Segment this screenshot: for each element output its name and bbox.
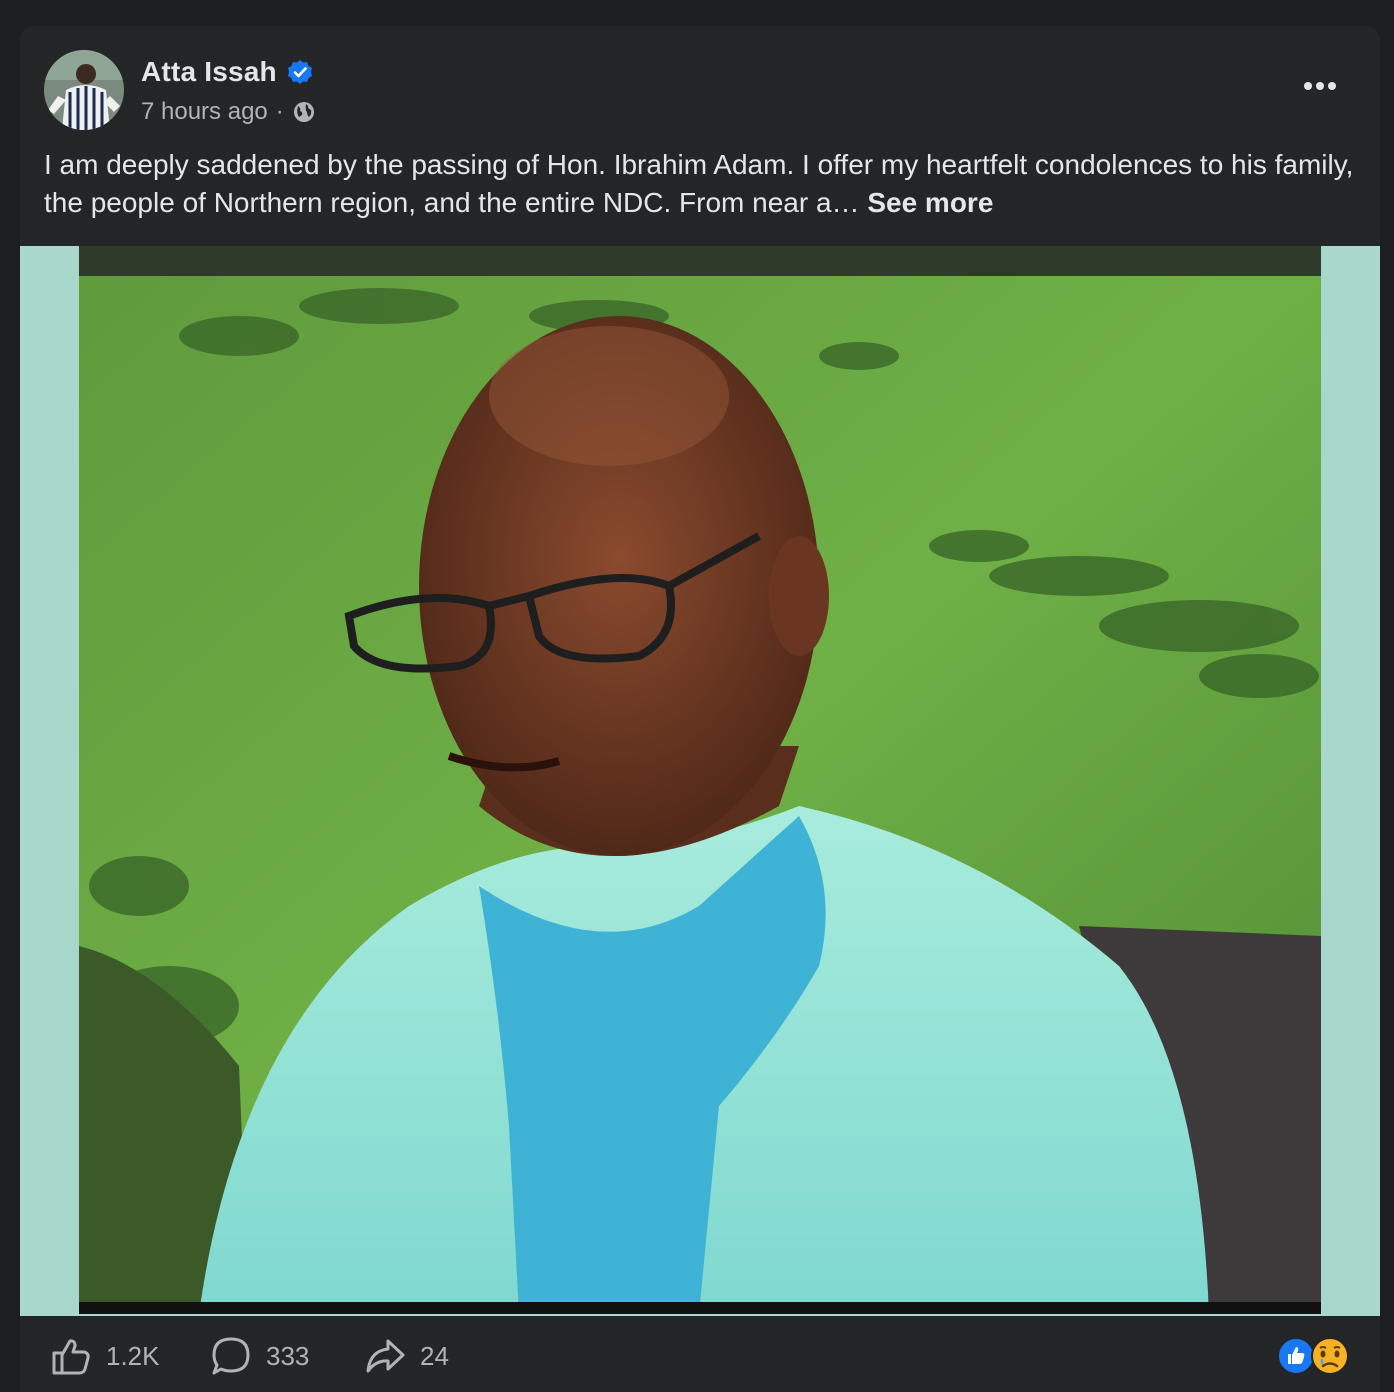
share-count: 24 [420, 1340, 449, 1371]
like-count: 1.2K [106, 1340, 160, 1371]
meta-separator: · [275, 98, 284, 125]
more-dot-icon [1316, 82, 1324, 90]
post-photo[interactable] [79, 246, 1321, 1314]
sad-reaction-icon [1311, 1337, 1349, 1375]
author-row: Atta Issah [141, 52, 313, 92]
post-body: I am deeply saddened by the passing of H… [44, 146, 1364, 222]
reaction-summary[interactable] [1276, 1336, 1356, 1376]
share-icon [366, 1339, 405, 1373]
comment-count: 333 [266, 1340, 310, 1371]
post-media[interactable] [20, 246, 1380, 1316]
author-avatar[interactable] [44, 50, 124, 130]
more-dot-icon [1328, 82, 1336, 90]
post-text: I am deeply saddened by the passing of H… [44, 149, 1354, 218]
comment-icon [212, 1337, 250, 1375]
portrait-photo [79, 246, 1321, 1314]
comment-button[interactable]: 333 [210, 1334, 309, 1378]
thumbs-up-icon [52, 1339, 90, 1375]
globe-icon [293, 102, 314, 122]
post-card: Atta Issah 7 hours ago · I am deeply sad… [20, 26, 1380, 1392]
author-name[interactable]: Atta Issah [141, 56, 277, 88]
post-actions-bar: 1.2K 333 24 [20, 1316, 1380, 1392]
share-button[interactable]: 24 [364, 1334, 449, 1378]
like-button[interactable]: 1.2K [50, 1334, 160, 1378]
see-more-link[interactable]: See more [867, 187, 993, 218]
post-meta: 7 hours ago · [141, 96, 316, 128]
avatar-image [44, 50, 124, 130]
post-timestamp[interactable]: 7 hours ago [141, 98, 268, 126]
verified-badge-icon [287, 60, 312, 84]
like-reaction-icon [1277, 1337, 1315, 1375]
more-dot-icon [1304, 82, 1312, 90]
more-options-button[interactable] [1288, 66, 1352, 106]
